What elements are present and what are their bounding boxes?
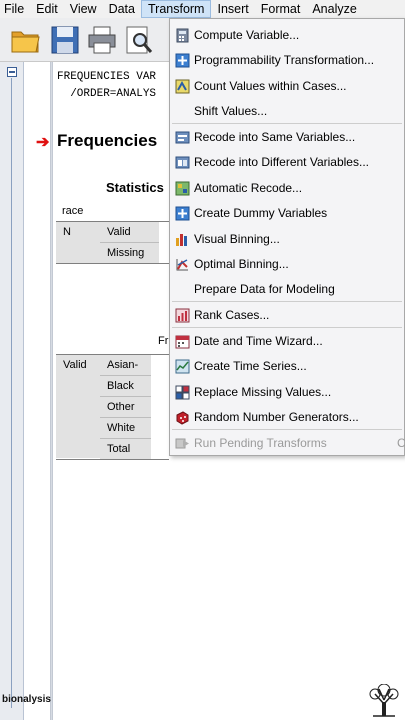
menu-separator — [172, 123, 402, 124]
menu-separator — [172, 429, 402, 430]
menu-item-date-time-wizard[interactable]: Date and Time Wizard... — [170, 329, 404, 354]
menu-transform[interactable]: Transform — [140, 0, 212, 18]
menu-item-run-pending-transforms[interactable]: Run Pending Transforms C — [170, 431, 405, 456]
menu-item-label: Random Number Generators... — [194, 410, 359, 424]
menu-item-label: Create Dummy Variables — [194, 206, 328, 220]
freq-group-cell: Valid — [56, 355, 101, 458]
syntax-line-1: FREQUENCIES VAR — [57, 71, 157, 83]
frequency-table-title: Fr — [158, 335, 169, 347]
tree-logo-icon — [369, 684, 399, 717]
menu-item-optimal-binning[interactable]: Optimal Binning... — [170, 252, 404, 277]
menu-item-programmability-transformation[interactable]: Programmability Transformation... — [170, 48, 404, 73]
recode-same-icon — [175, 131, 190, 144]
menu-item-label: Date and Time Wizard... — [194, 334, 323, 348]
time-series-icon — [175, 359, 190, 374]
stats-row-label: Missing — [100, 243, 159, 264]
menu-item-label: Automatic Recode... — [194, 181, 303, 195]
syntax-line-2: /ORDER=ANALYS — [57, 88, 157, 100]
menu-item-automatic-recode[interactable]: Automatic Recode... — [170, 176, 404, 201]
menu-item-visual-binning[interactable]: Visual Binning... — [170, 227, 404, 252]
print-preview-icon[interactable] — [123, 24, 155, 56]
menu-item-label: Create Time Series... — [194, 359, 307, 373]
calculator-icon — [176, 28, 189, 43]
menu-item-rank-cases[interactable]: Rank Cases... — [170, 303, 404, 328]
menu-item-shortcut: C — [397, 436, 405, 450]
replace-missing-icon — [175, 385, 190, 400]
menu-item-shift-values[interactable]: Shift Values... — [170, 99, 404, 124]
menu-item-label: Recode into Different Variables... — [194, 155, 369, 169]
freq-row-label: Total — [100, 439, 151, 460]
menu-item-label: Replace Missing Values... — [194, 385, 332, 399]
run-pending-icon — [175, 438, 189, 449]
table-rule — [56, 459, 169, 460]
plus-square-icon — [175, 53, 190, 68]
menu-item-compute-variable[interactable]: Compute Variable... — [170, 23, 404, 48]
save-icon[interactable] — [49, 24, 81, 56]
transform-dropdown-menu: Compute Variable... Programmability Tran… — [169, 18, 405, 456]
menu-bar: File Edit View Data Transform Insert For… — [0, 0, 405, 18]
brand-logo: bionalysis — [2, 694, 51, 705]
dice-icon — [176, 411, 189, 425]
menu-analyze[interactable]: Analyze — [306, 0, 362, 18]
menu-insert[interactable]: Insert — [211, 0, 254, 18]
frequencies-heading: Frequencies — [57, 131, 158, 150]
menu-item-label: Recode into Same Variables... — [194, 130, 356, 144]
stats-row-label: Valid — [100, 222, 159, 243]
calendar-icon — [175, 335, 190, 349]
menu-item-create-dummy-variables[interactable]: Create Dummy Variables — [170, 201, 404, 226]
table-rule — [56, 263, 169, 264]
statistics-variable-label: race — [62, 205, 84, 217]
outline-pane — [0, 62, 24, 720]
menu-item-label: Visual Binning... — [194, 232, 280, 246]
menu-format[interactable]: Format — [255, 0, 307, 18]
menu-item-prepare-data-for-modeling[interactable]: Prepare Data for Modeling — [170, 277, 404, 302]
menu-view[interactable]: View — [64, 0, 103, 18]
menu-item-label: Optimal Binning... — [194, 257, 289, 271]
freq-row-label: Black — [100, 376, 151, 397]
current-item-arrow-icon: ➔ — [36, 134, 50, 151]
menu-item-label: Count Values within Cases... — [194, 79, 347, 93]
menu-item-count-values[interactable]: Count Values within Cases... — [170, 74, 404, 99]
menu-item-recode-same[interactable]: Recode into Same Variables... — [170, 125, 404, 150]
menu-item-random-number-generators[interactable]: Random Number Generators... — [170, 405, 404, 430]
visual-binning-icon — [176, 234, 187, 246]
menu-item-label: Prepare Data for Modeling — [194, 282, 335, 296]
count-values-icon — [175, 79, 190, 94]
menu-item-label: Shift Values... — [194, 104, 268, 118]
menu-item-label: Compute Variable... — [194, 28, 300, 42]
collapse-icon[interactable] — [7, 67, 17, 77]
auto-recode-icon — [175, 181, 190, 196]
menu-data[interactable]: Data — [103, 0, 141, 18]
menu-separator — [172, 301, 402, 302]
menu-item-label: Rank Cases... — [194, 308, 270, 322]
menu-item-recode-different[interactable]: Recode into Different Variables... — [170, 150, 404, 175]
menu-item-replace-missing-values[interactable]: Replace Missing Values... — [170, 380, 404, 405]
freq-row-label: Asian- — [100, 355, 151, 376]
optimal-binning-icon — [176, 259, 188, 271]
recode-different-icon — [175, 156, 190, 169]
menu-item-create-time-series[interactable]: Create Time Series... — [170, 354, 404, 379]
freq-row-label: White — [100, 418, 151, 439]
open-folder-icon[interactable] — [10, 24, 42, 56]
freq-row-label: Other — [100, 397, 151, 418]
menu-separator — [172, 327, 402, 328]
rank-cases-icon — [175, 308, 190, 323]
menu-item-label: Programmability Transformation... — [194, 53, 375, 67]
plus-square-icon — [175, 206, 190, 221]
menu-item-label: Run Pending Transforms — [194, 436, 327, 450]
menu-file[interactable]: File — [0, 0, 30, 18]
pane-splitter[interactable] — [50, 62, 53, 720]
print-icon[interactable] — [86, 24, 118, 56]
outline-tree-line — [11, 78, 12, 708]
statistics-title: Statistics — [106, 180, 164, 195]
stats-group-cell: N — [56, 222, 101, 263]
menu-edit[interactable]: Edit — [30, 0, 64, 18]
